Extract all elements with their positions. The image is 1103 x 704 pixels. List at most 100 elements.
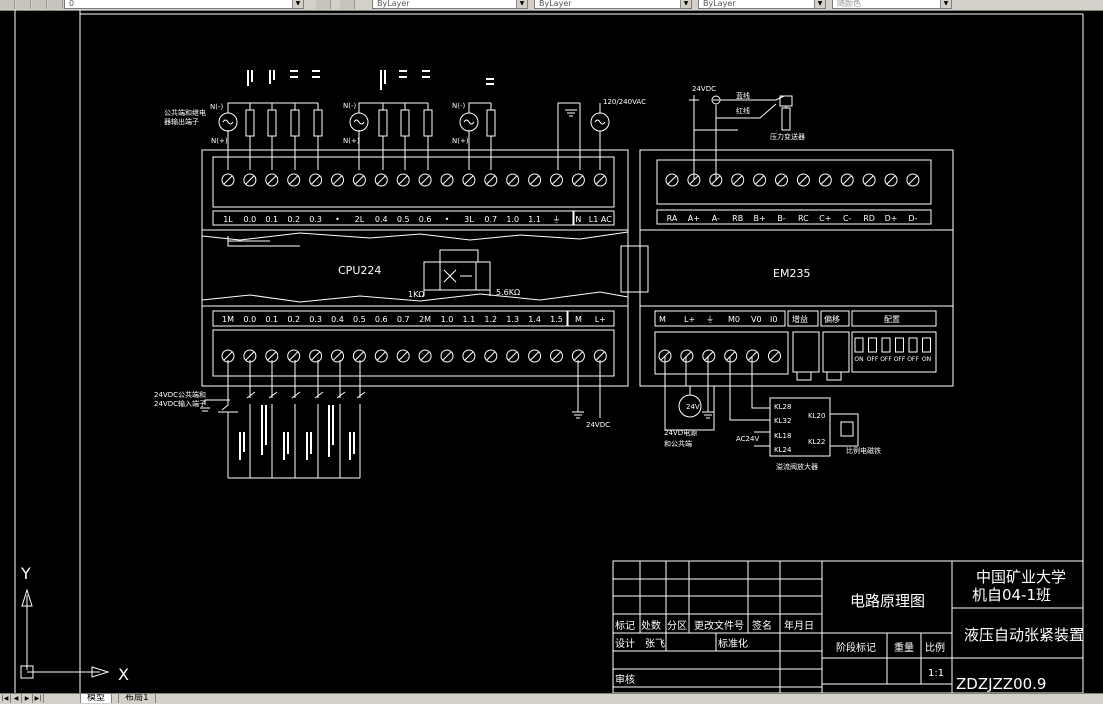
amp-pin-kl32: KL32 [774,417,791,425]
prev-tab-icon[interactable]: ◀ [11,694,22,703]
cpu-top-terminal-screw-slot [595,175,605,185]
em-bottom-terminal-screw-slot [726,351,736,361]
layer-combo-value: 0 [69,0,75,8]
input-device-labels [239,405,355,460]
cpu-top-terminal-label: • [445,215,450,224]
lineweight-combo[interactable]: ByLayer ▼ [698,0,826,9]
cpu-top-terminal-screw-slot [420,175,430,185]
em-transmitter-label: 压力变送器 [770,132,805,141]
tb-head-mark: 标记 [615,620,635,632]
plotstyle-combo[interactable]: 随颜色 ▼ [832,0,952,9]
cpu-bottom-terminal-label: L+ [595,315,606,324]
amp-pin-kl22: KL22 [808,438,825,446]
cpu-top-terminal-screw-slot [289,175,299,185]
cpu-top-terminal-screw-slot [376,175,386,185]
tb-review-label: 审核 [615,673,635,686]
em-red-wire-label: 红线 [736,106,750,115]
next-tab-icon[interactable]: ▶ [22,694,33,703]
cpu-bot-screws [221,349,607,363]
chevron-down-icon[interactable]: ▼ [292,0,303,8]
chevron-down-icon[interactable]: ▼ [814,0,825,8]
layer-previous-icon[interactable] [340,0,355,9]
project-name: 液压自动张紧装置 [964,626,1084,644]
tb-scale-value: 1:1 [928,668,944,679]
tab-model[interactable]: 模型 [80,694,113,703]
input-common-label: 24VDC公共端和24VDC输入端子 [154,391,206,408]
dip-switch-label: OFF [880,356,892,363]
layer-combo[interactable]: 0 ▼ [64,0,304,9]
cpu-top-terminal-label: 0.4 [375,215,388,224]
em-bottom-terminal-screw-slot [748,351,757,361]
make-current-icon[interactable] [316,0,331,9]
ucs-icon [20,588,110,679]
input-wiring [200,360,601,479]
cpu-bottom-terminal-screw-slot [508,351,518,361]
cpu-bottom-terminal-label: 1.0 [441,315,454,324]
dip-switch [854,337,864,353]
linetype-combo[interactable]: ByLayer ▼ [534,0,692,9]
tb-design-label: 设计 [615,637,635,650]
amp-pin-kl24: KL24 [774,446,792,454]
chevron-down-icon[interactable]: ▼ [680,0,691,8]
cpu-top-terminal-screw-slot [223,175,233,185]
output-device-labels [247,70,494,90]
cpu-top-terminal-screw-slot [486,175,496,185]
em-config-label: 配置 [884,315,900,324]
last-tab-icon[interactable]: ▶| [33,694,44,703]
tb-head-date: 年月日 [784,619,814,632]
layer-color-icon[interactable] [48,0,63,9]
cpu-top-terminal-label: 0.0 [244,215,257,224]
cpu-top-terminal-label: L1 AC [589,215,612,224]
amp-label: 溢流阀放大器 [776,462,818,471]
em-term-lplus: L+ [684,315,695,324]
dip-switch [922,337,931,353]
cpu-top-terminal-label: 1.1 [528,215,541,224]
em-term-i0: I0 [770,315,777,324]
ucs-y-label: Y [20,564,31,583]
cpu-top-terminal-label: 0.3 [309,215,322,224]
cpu-bottom-terminal-screw-slot [376,351,386,361]
em-bottom-terminal-screw-slot [770,351,779,361]
em-top-terminal-screw-slot [864,175,874,185]
chevron-down-icon[interactable]: ▼ [516,0,527,8]
cpu-top-labels: 1L 0.0 0.1 0.2 0.3 • 2L 0.4 0.5 0.6 • 3L 0.7 1.0 1.1 ⏚ N… [223,215,612,224]
layer-freeze-icon[interactable] [16,0,31,9]
em-top-terminal-label: C+ [819,214,831,223]
cpu-top-terminal-screw-slot [245,175,255,185]
cpu-bottom-terminal-label: 1.1 [463,315,476,324]
layer-state-icon[interactable] [0,0,15,9]
em-blue-wire-label: 蓝线 [736,91,750,100]
cpu-bottom-terminal-screw-slot [267,351,277,361]
chevron-down-icon[interactable]: ▼ [940,0,951,8]
cpu-bottom-terminal-label: 0.1 [265,315,278,324]
drawing-canvas[interactable]: 1L 0.0 0.1 0.2 0.3 • 2L 0.4 0.5 0.6 • 3L 0.7 1.0 1.1 ⏚ N… [0,10,1103,693]
first-tab-icon[interactable]: |◀ [0,694,11,703]
cpu-out1-nplus: N(+) [211,137,228,145]
cpu-top-terminal-label: 2L [355,215,365,224]
solenoid-label: 比例电磁铁 [846,446,881,455]
em-top-terminal-label: B+ [753,214,765,223]
tab-layout1[interactable]: 布局1 [118,694,156,703]
em-top-terminal-screw-slot [908,175,918,185]
tb-standard-label: 标准化 [718,637,748,650]
cpu-bottom-terminal-screw-slot [552,351,561,361]
cpu-top-terminal-screw-slot [355,175,364,185]
tb-head-zone: 分区 [667,620,687,632]
cpu-bottom-terminal-screw-slot [442,351,452,361]
cpu-top-terminal-label: 0.6 [419,215,432,224]
em-bottom-terminal-screw-slot [704,351,714,361]
color-combo[interactable]: ByLayer ▼ [372,0,528,9]
cpu-bottom-terminal-screw-slot [355,351,364,361]
cpu-top-terminal-label: 3L [464,215,474,224]
em-top-terminal-label: D- [908,214,917,223]
resistor-network [423,249,491,296]
em-top-terminal-screw-slot [777,175,786,185]
amp-pin-kl18: KL18 [774,432,791,440]
plotstyle-combo-value: 随颜色 [837,0,861,8]
cpu-top-terminal-label: 0.1 [265,215,278,224]
layer-lock-icon[interactable] [32,0,47,9]
em-dip-switches: ON OFF OFF OFF OFF ON [854,337,931,363]
cpu-out1-nminus: N(-) [210,103,223,111]
cpu-bottom-terminal-label: 0.2 [287,315,300,324]
cpu-bottom-terminal-label: 1.5 [550,315,563,324]
